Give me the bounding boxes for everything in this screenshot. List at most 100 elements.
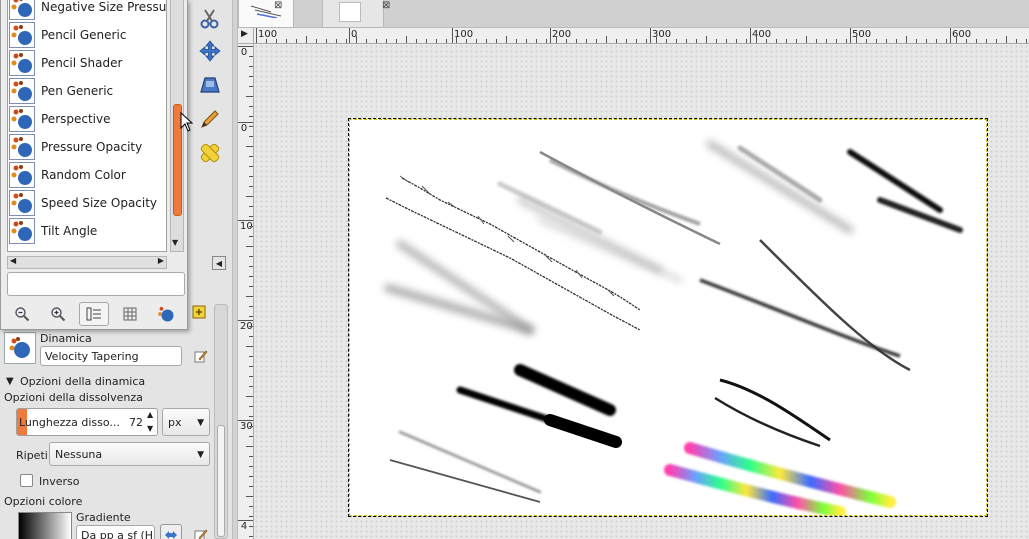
dynamics-list-item[interactable]: Negative Size Pressure xyxy=(8,0,167,21)
dynamics-list-item[interactable]: Pencil Generic xyxy=(8,21,166,49)
ruler-minor-tick xyxy=(846,39,847,43)
ruler-minor-tick xyxy=(976,39,977,43)
repeat-select[interactable]: Nessuna ▼ xyxy=(49,442,210,466)
move-tool-icon[interactable] xyxy=(197,38,223,64)
ruler-minor-tick xyxy=(626,39,627,43)
perspective-tool-icon[interactable] xyxy=(197,72,223,98)
ruler-minor-tick xyxy=(416,39,417,43)
ruler-major-tick xyxy=(550,28,551,43)
ruler-minor-tick xyxy=(456,36,457,43)
dynamics-list-item[interactable]: Pen Generic xyxy=(8,77,166,105)
ruler-minor-tick xyxy=(616,39,617,43)
ruler-minor-tick xyxy=(576,39,577,43)
dynamics-list-item[interactable]: Pressure Opacity xyxy=(8,133,166,161)
vertical-ruler[interactable]: 0 0 100 200 300 4 xyxy=(238,44,254,539)
ruler-minor-tick xyxy=(249,486,253,487)
fade-unit-value: px xyxy=(168,416,182,429)
fade-length-spinner[interactable]: Lunghezza disso... 72 ▲ ▼ xyxy=(16,408,158,436)
gradient-preview[interactable] xyxy=(18,512,72,539)
ruler-label: 0 xyxy=(240,47,248,58)
grid-view-icon[interactable] xyxy=(115,302,145,326)
ruler-minor-tick xyxy=(736,39,737,43)
ruler-minor-tick xyxy=(246,246,253,247)
ruler-label: 300 xyxy=(652,29,672,40)
edit-gradient-icon[interactable] xyxy=(190,524,212,539)
expander-arrow-icon[interactable]: ▼ xyxy=(6,376,14,387)
ruler-minor-tick xyxy=(249,306,253,307)
ruler-minor-tick xyxy=(726,39,727,43)
ruler-label: 300 xyxy=(240,421,253,432)
scroll-down-icon[interactable]: ▼ xyxy=(172,238,178,247)
ruler-minor-tick xyxy=(636,39,637,43)
quick-mask-arrow-icon: ▶ xyxy=(241,29,248,39)
ruler-major-tick xyxy=(650,28,651,43)
tab-close-icon[interactable]: ⊠ xyxy=(382,0,390,11)
ruler-minor-tick xyxy=(249,336,253,337)
zoom-out-icon[interactable] xyxy=(7,302,37,326)
dynamics-icon xyxy=(9,0,35,20)
ruler-minor-tick xyxy=(246,296,253,297)
ruler-minor-tick xyxy=(286,39,287,43)
dynamics-options-header[interactable]: Opzioni della dinamica xyxy=(20,375,145,388)
dynamics-list-item[interactable]: Random Color xyxy=(8,161,166,189)
ruler-minor-tick xyxy=(756,36,757,43)
scissors-select-tool-icon[interactable] xyxy=(197,6,223,32)
heal-tool-icon[interactable] xyxy=(197,140,223,166)
ruler-minor-tick xyxy=(816,39,817,43)
ruler-major-tick xyxy=(452,28,453,43)
zoom-in-icon[interactable] xyxy=(43,302,73,326)
reset-options-icon[interactable] xyxy=(188,301,210,323)
dynamics-list: Negative Size Pressure Pencil Generic Penc… xyxy=(7,0,167,252)
dock-menu-arrow-icon[interactable]: ◀ xyxy=(212,256,226,270)
dynamics-item-label: Speed Size Opacity xyxy=(41,196,158,210)
tool-options-scroll-thumb[interactable] xyxy=(217,425,225,537)
ruler-minor-tick xyxy=(249,416,253,417)
ruler-minor-tick xyxy=(946,39,947,43)
ruler-minor-tick xyxy=(1026,39,1027,43)
ruler-minor-tick xyxy=(966,39,967,43)
ruler-minor-tick xyxy=(249,386,253,387)
dynamics-item-label: Negative Size Pressure xyxy=(41,0,167,14)
scroll-right-icon[interactable]: ▶ xyxy=(158,256,164,265)
scroll-left-icon[interactable]: ◀ xyxy=(10,256,16,265)
chevron-down-icon: ▼ xyxy=(197,450,204,460)
dynamics-list-hscrollbar[interactable]: ◀ ▶ xyxy=(7,256,167,269)
ruler-major-tick xyxy=(750,28,751,43)
ruler-minor-tick xyxy=(296,39,297,43)
dynamics-filter-input[interactable] xyxy=(7,272,185,296)
invert-checkbox[interactable] xyxy=(20,474,33,487)
spin-down-icon[interactable]: ▼ xyxy=(147,424,153,433)
dynamics-list-item[interactable]: Tilt Angle xyxy=(8,217,166,245)
dynamics-name-field[interactable]: Velocity Tapering xyxy=(40,346,182,366)
ruler-corner[interactable]: ▶ xyxy=(238,28,254,44)
image-tab-2[interactable] xyxy=(322,0,384,28)
image-tab-active[interactable] xyxy=(238,0,294,28)
edit-dynamics-icon[interactable] xyxy=(190,345,212,367)
dynamics-list-item[interactable]: Perspective xyxy=(8,105,166,133)
ruler-minor-tick xyxy=(386,39,387,43)
dynamics-list-item[interactable]: Speed Size Opacity xyxy=(8,189,166,217)
fade-unit-select[interactable]: px ▼ xyxy=(162,408,210,436)
dynamics-list-item[interactable]: Pencil Shader xyxy=(8,49,166,77)
pencil-tool-icon[interactable] xyxy=(197,106,223,132)
canvas-area[interactable] xyxy=(254,44,1029,539)
ruler-minor-tick xyxy=(246,96,253,97)
tool-options-scrollbar[interactable] xyxy=(214,304,228,539)
reverse-gradient-icon[interactable] xyxy=(160,524,182,539)
gradient-name-field[interactable]: Da pp a sf (HSV xyxy=(76,525,155,539)
spin-up-icon[interactable]: ▲ xyxy=(147,410,153,419)
ruler-label: 400 xyxy=(752,29,772,40)
tab-close-icon[interactable]: ⊠ xyxy=(274,0,282,11)
ruler-minor-tick xyxy=(249,316,253,317)
dynamics-item-label: Perspective xyxy=(41,112,111,126)
list-view-icon[interactable] xyxy=(79,302,109,326)
ruler-minor-tick xyxy=(249,266,253,267)
ruler-minor-tick xyxy=(486,39,487,43)
ruler-minor-tick xyxy=(249,56,253,57)
image-canvas[interactable] xyxy=(348,118,988,518)
dynamics-preview[interactable] xyxy=(4,332,36,364)
ruler-label: 200 xyxy=(240,321,253,332)
ruler-minor-tick xyxy=(249,136,253,137)
dynamics-icon[interactable] xyxy=(151,302,181,326)
horizontal-ruler[interactable]: 100 0 100 200 300 400 500 600 xyxy=(254,28,1029,44)
